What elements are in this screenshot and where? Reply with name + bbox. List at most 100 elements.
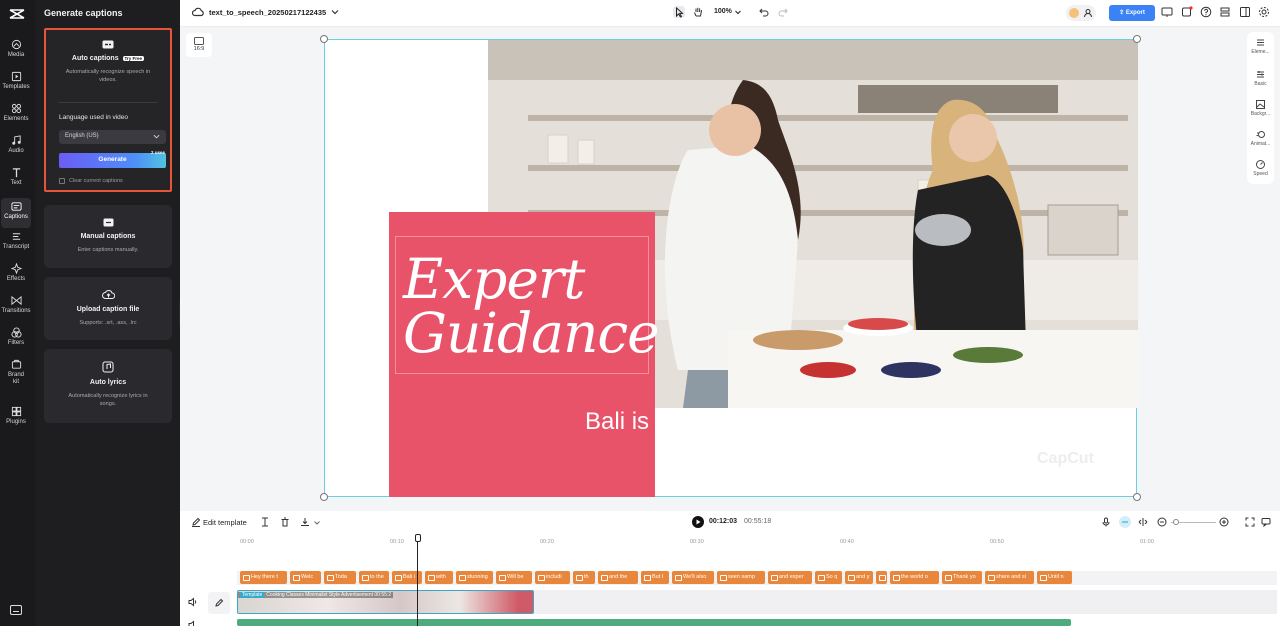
help-icon[interactable] [1200,6,1212,18]
caption-clip[interactable]: and y [845,571,873,584]
capcut-logo-icon[interactable] [9,7,25,21]
caption-clip[interactable]: share and si [985,571,1034,584]
headline-line-2[interactable]: Guidance [403,306,660,361]
settings-gear-icon[interactable] [1258,6,1270,18]
playhead-handle[interactable] [415,534,421,542]
rail-item-plugins[interactable]: Plugins [1,406,31,436]
chevron-down-icon[interactable] [329,6,341,18]
caption-clip[interactable]: Thank yo [942,571,982,584]
playhead[interactable] [417,535,418,626]
zoom-slider-thumb[interactable] [1173,519,1179,525]
edit-template-button[interactable]: Edit template [203,518,247,527]
play-icon[interactable] [692,516,704,528]
video-preview[interactable]: Expert Guidance Bali is CapCut [324,39,1138,497]
chevron-down-icon[interactable] [732,6,744,18]
audio-clip[interactable] [237,619,1071,626]
caption-subtitle[interactable]: Bali is [585,408,649,436]
video-clip[interactable]: Template Cooking Classes Minimalist Style… [237,590,534,614]
caption-clip[interactable]: Will be [496,571,532,584]
split-icon[interactable] [260,517,270,527]
undo-icon[interactable] [758,6,770,18]
title-card[interactable]: Expert Guidance Bali is [389,212,660,497]
rail-item-brand-kit[interactable]: Brand kit [1,359,31,389]
caption-clip[interactable]: and exper [768,571,812,584]
caption-clip[interactable]: stunning [456,571,493,584]
hand-icon[interactable] [692,6,704,18]
rail-item-transcript[interactable]: Transcript [1,231,31,261]
caption-clip[interactable]: g [876,571,887,584]
caption-clip[interactable]: So q [815,571,842,584]
volume-icon[interactable] [188,597,198,607]
present-icon[interactable] [1161,6,1173,18]
caption-clip[interactable]: to the [359,571,389,584]
aspect-ratio-button[interactable]: 16:9 [186,33,212,57]
rr-speed[interactable]: Speed [1247,160,1274,177]
zoom-level[interactable]: 100% [714,8,732,15]
zoom-in-icon[interactable] [1219,517,1229,527]
rr-elements[interactable]: Eleme... [1247,38,1274,55]
auto-captions-card[interactable]: Auto captions Try Free Automatically rec… [44,28,172,192]
timeline-ruler[interactable]: 00:00 00:10 00:20 00:30 00:40 00:50 01:0… [180,539,1280,549]
caption-clip[interactable]: includi [535,571,570,584]
caption-clip[interactable]: Toda [324,571,356,584]
volume-icon[interactable] [188,620,198,626]
user-avatar[interactable] [1066,5,1096,21]
caption-clip[interactable]: Welc [290,571,321,584]
manual-captions-card[interactable]: Manual captions Enter captions manually. [44,205,172,268]
resize-handle[interactable] [320,35,328,43]
headline-line-1[interactable]: Expert [403,252,585,307]
caption-clip[interactable]: and the [598,571,638,584]
zoom-out-icon[interactable] [1157,517,1167,527]
caption-clip[interactable]: the world o [890,571,939,584]
caption-clip[interactable]: with [425,571,453,584]
resize-handle[interactable] [320,493,328,501]
delete-icon[interactable] [280,517,290,527]
caption-clip[interactable]: th [573,571,595,584]
language-select[interactable]: English (US) [59,130,166,144]
rr-basic[interactable]: Basic [1247,70,1274,87]
chevron-down-icon[interactable] [312,518,322,528]
clear-captions-option[interactable]: Clear current captions [59,178,123,184]
resize-handle[interactable] [1133,35,1141,43]
rail-item-effects[interactable]: Effects [1,263,31,293]
download-icon[interactable] [300,517,310,527]
export-button[interactable]: ⇪ Export [1109,5,1155,21]
redo-icon[interactable] [777,6,789,18]
cloud-icon[interactable] [192,6,204,18]
fullscreen-icon[interactable] [1245,517,1255,527]
stack-icon[interactable] [1219,6,1231,18]
caption-clip[interactable]: Until n [1037,571,1072,584]
cover-edit-button[interactable] [208,592,230,614]
caption-clip[interactable]: seen samp [717,571,765,584]
rail-item-filters[interactable]: Filters [1,327,31,357]
caption-clip[interactable]: We'll also [672,571,714,584]
rail-item-media[interactable]: Media [1,39,31,69]
rr-label: Basic [1254,81,1267,87]
ruler-tick: 00:00 [240,539,254,545]
clear-captions-checkbox[interactable] [59,178,65,184]
feedback-icon[interactable] [1261,517,1271,527]
link-toggle-icon[interactable] [1119,516,1131,528]
rail-item-templates[interactable]: Templates [1,71,31,101]
rr-animation[interactable]: Animat... [1247,130,1274,147]
layout-icon[interactable] [1239,6,1251,18]
rail-item-audio[interactable]: Audio [1,135,31,165]
microphone-icon[interactable] [1101,517,1111,527]
rail-item-captions[interactable]: Captions [1,198,31,228]
generate-button[interactable]: 2 uses Generate [59,150,166,168]
resize-handle[interactable] [1133,493,1141,501]
auto-lyrics-card[interactable]: Auto lyrics Automatically recognize lyri… [44,349,172,423]
caption-clip[interactable]: But I [641,571,669,584]
upload-caption-card[interactable]: Upload caption file Supports: .srt, .ass… [44,277,172,340]
rr-background[interactable]: Backgr... [1247,100,1274,117]
rail-item-elements[interactable]: Elements [1,103,31,133]
snap-icon[interactable] [1138,517,1148,527]
elements-icon [11,103,21,114]
project-name[interactable]: text_to_speech_20250217122435 [209,8,326,17]
rail-item-transitions[interactable]: Transitions [1,295,31,325]
rail-item-text[interactable]: Text [1,167,31,197]
caption-clip[interactable]: Hey there t [240,571,287,584]
notification-icon[interactable] [1181,6,1193,18]
keyboard-icon[interactable] [10,605,22,615]
pointer-icon[interactable] [673,6,685,18]
